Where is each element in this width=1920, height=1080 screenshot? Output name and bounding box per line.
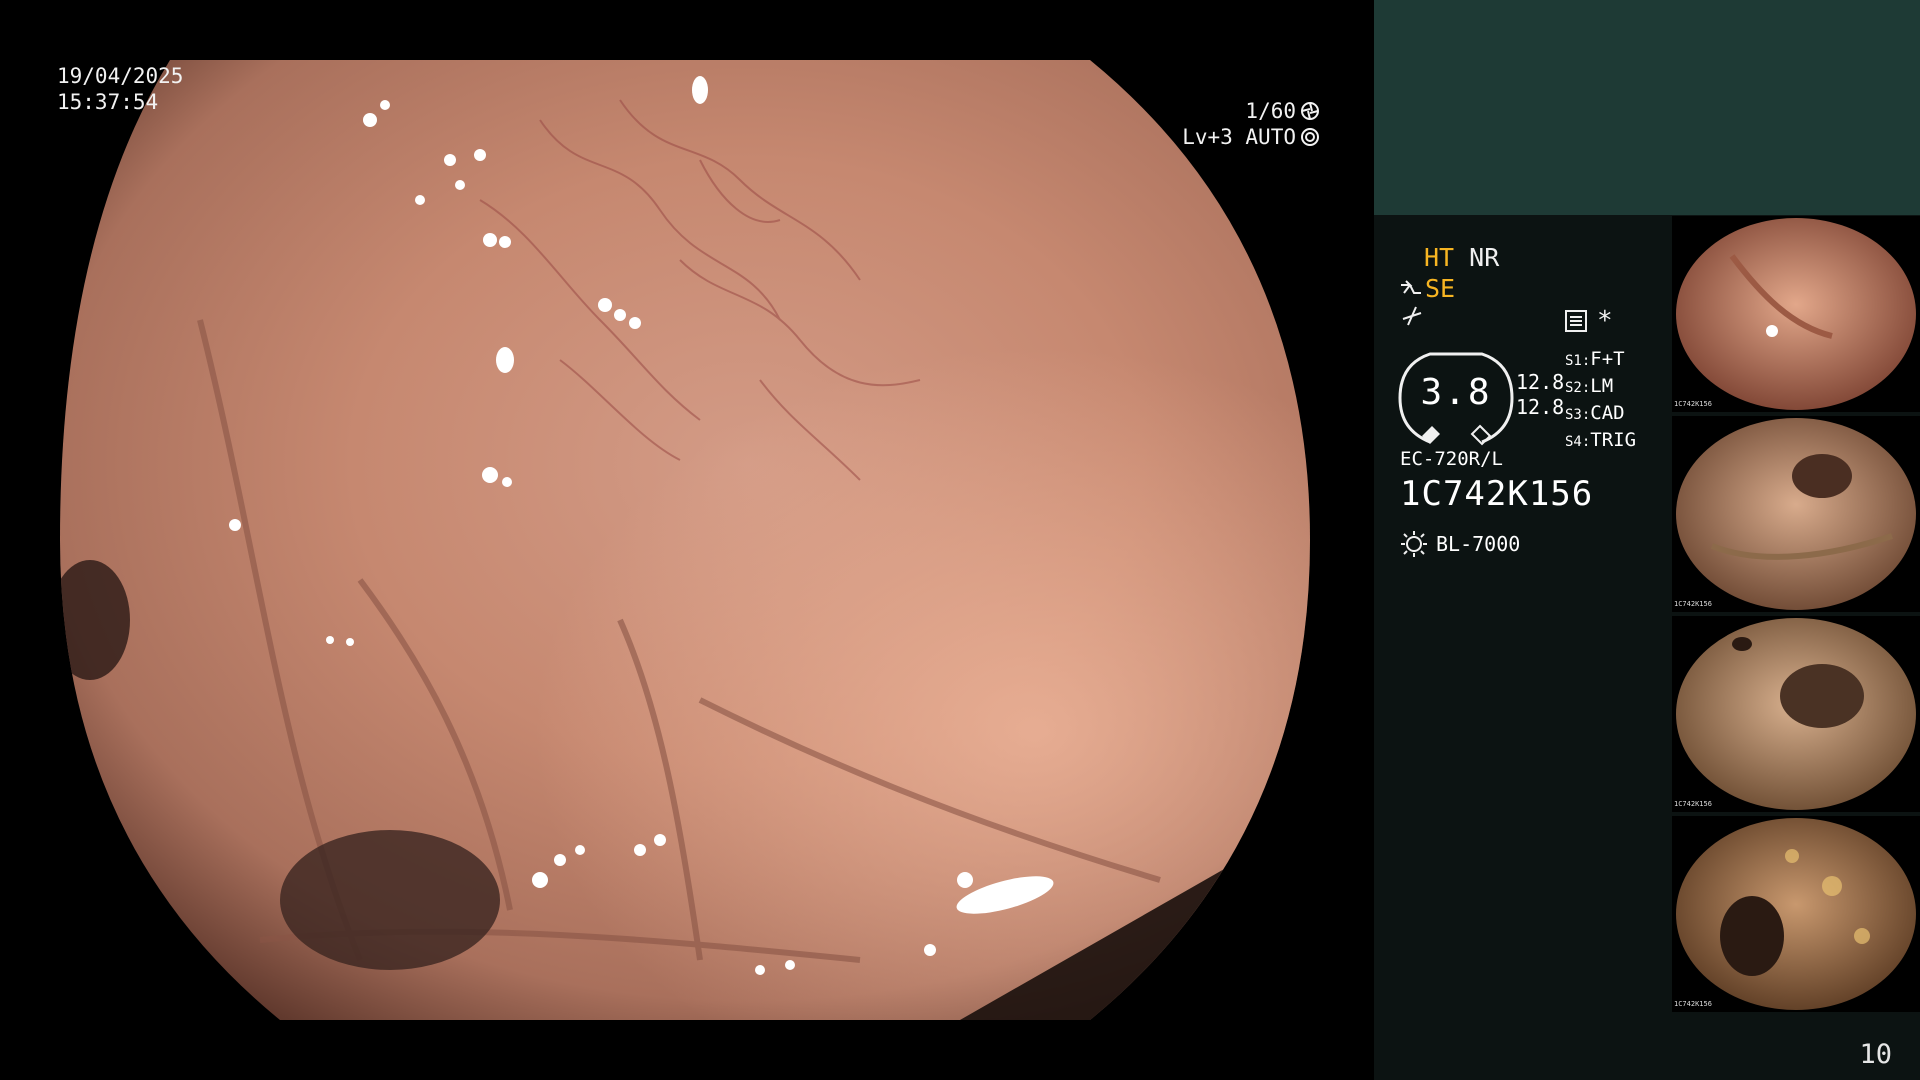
zoom-value: 3.8 xyxy=(1420,372,1492,413)
panel-header-area xyxy=(1374,0,1920,215)
capture-thumbnail[interactable]: 1C742K156 xyxy=(1672,816,1920,1012)
switch-key: S2: xyxy=(1565,380,1591,396)
light-source-name: BL-7000 xyxy=(1436,532,1521,556)
enhance-values: 12.8 12.8 xyxy=(1516,370,1564,420)
image-flags: HT NR xyxy=(1424,243,1499,273)
thumbnail-image xyxy=(1676,418,1916,610)
thumbnail-label: 1C742K156 xyxy=(1674,600,1712,608)
switch-row: S3:CAD xyxy=(1565,401,1636,428)
scope-model: EC-720R/L xyxy=(1400,448,1503,470)
enhance-icon xyxy=(1401,280,1421,294)
switch-row: S2:LM xyxy=(1565,374,1636,401)
switch-key: S1: xyxy=(1565,353,1591,369)
switch-row: S4:TRIG xyxy=(1565,428,1636,455)
thumbnail-image xyxy=(1676,218,1916,410)
se-flag: SE xyxy=(1425,274,1456,303)
thumbnail-label: 1C742K156 xyxy=(1674,400,1712,408)
lightning-icon xyxy=(1402,306,1422,326)
enhance-value: 12.8 xyxy=(1516,395,1565,419)
enhance-value: 12.8 xyxy=(1516,370,1565,394)
scope-serial: 1C742K156 xyxy=(1400,474,1594,514)
thumbnail-label: 1C742K156 xyxy=(1674,800,1712,808)
capture-thumbnail[interactable]: 1C742K156 xyxy=(1672,416,1920,612)
switch-label: CAD xyxy=(1590,402,1625,424)
switch-key: S3: xyxy=(1565,407,1591,423)
structure-enhance-row: SE xyxy=(1400,274,1455,304)
menu-indicator-row: * xyxy=(1565,306,1613,336)
freeze-indicator xyxy=(1402,304,1422,334)
page-number: 10 xyxy=(1859,1039,1892,1070)
menu-icon xyxy=(1565,310,1587,332)
date-text: 19/04/2025 xyxy=(57,64,184,88)
switch-label: LM xyxy=(1590,375,1614,397)
iris-icon xyxy=(1301,128,1319,146)
shutter-icon xyxy=(1301,102,1319,120)
endoscopic-image xyxy=(60,60,1310,1020)
capture-thumbnail[interactable]: 1C742K156 xyxy=(1672,616,1920,812)
thumbnail-label: 1C742K156 xyxy=(1674,1000,1712,1008)
datetime-display: 19/04/2025 15:37:54 xyxy=(57,63,183,115)
time-text: 15:37:54 xyxy=(57,90,159,114)
light-source-icon xyxy=(1401,531,1427,557)
switch-key: S4: xyxy=(1565,434,1591,450)
switch-assignments: S1:F+T S2:LM S3:CAD S4:TRIG xyxy=(1565,347,1636,455)
switch-label: TRIG xyxy=(1590,429,1637,451)
ht-flag: HT xyxy=(1424,243,1455,272)
nr-flag: NR xyxy=(1469,243,1500,272)
shutter-speed-text: 1/60 xyxy=(1245,99,1296,123)
thumbnail-image xyxy=(1676,818,1916,1010)
iris-mode-text: Lv+3 AUTO xyxy=(1182,125,1296,149)
switch-row: S1:F+T xyxy=(1565,347,1636,374)
light-source-row: BL-7000 xyxy=(1400,530,1520,558)
thumbnail-image xyxy=(1676,618,1916,810)
switch-label: F+T xyxy=(1590,348,1625,370)
asterisk-indicator: * xyxy=(1597,306,1613,336)
exposure-display: 1/60 Lv+3 AUTO xyxy=(1182,98,1320,150)
capture-thumbnail[interactable]: 1C742K156 xyxy=(1672,216,1920,412)
